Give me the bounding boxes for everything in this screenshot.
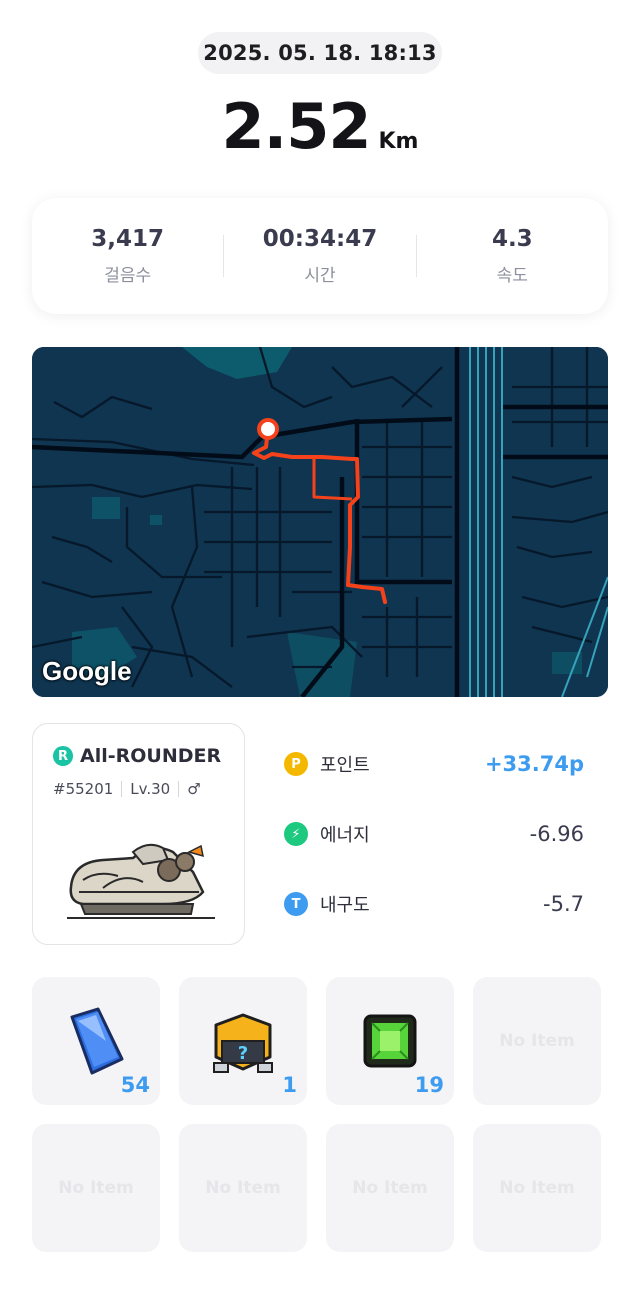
distance-value: 2.52 xyxy=(221,90,372,163)
reward-label: 에너지 xyxy=(320,825,370,846)
map-canvas xyxy=(32,347,608,697)
stat-label: 속도 xyxy=(496,266,528,286)
reward-value: +33.74p xyxy=(484,752,584,776)
stat-label: 걸음수 xyxy=(104,266,152,286)
svg-text:?: ? xyxy=(238,1043,248,1064)
route-map[interactable]: Google xyxy=(32,347,608,697)
item-count: 54 xyxy=(120,1073,150,1097)
sneaker-level: Lv.30 xyxy=(130,780,171,798)
reward-label: 내구도 xyxy=(320,895,370,916)
divider xyxy=(178,781,180,797)
item-slot-empty: No Item xyxy=(32,1124,160,1252)
stat-speed: 4.3 속도 xyxy=(417,226,608,286)
reward-label: 포인트 xyxy=(320,755,370,776)
sneaker-name: All-ROUNDER xyxy=(80,745,222,767)
workout-datetime: 2025. 05. 18. 18:13 xyxy=(198,32,442,74)
reward-durability: T 내구도 -5.7 xyxy=(284,884,584,924)
stat-label: 시간 xyxy=(304,266,336,286)
empty-label: No Item xyxy=(58,1178,134,1198)
item-slot[interactable]: ? 1 xyxy=(179,977,307,1105)
sneaker-image xyxy=(67,843,215,919)
empty-label: No Item xyxy=(499,1178,575,1198)
point-icon: P xyxy=(284,752,308,776)
distance-unit: Km xyxy=(378,129,419,154)
item-slot[interactable]: 19 xyxy=(326,977,454,1105)
reward-points: P 포인트 +33.74p xyxy=(284,744,584,784)
sneaker-card[interactable]: R All-ROUNDER #55201 Lv.30 ♂ xyxy=(32,723,245,945)
energy-icon: ⚡ xyxy=(284,822,308,846)
stat-value: 3,417 xyxy=(91,226,165,252)
sneaker-meta: #55201 Lv.30 ♂ xyxy=(53,780,201,798)
stat-value: 00:34:47 xyxy=(262,226,378,252)
stat-steps: 3,417 걸음수 xyxy=(32,226,223,286)
empty-label: No Item xyxy=(352,1178,428,1198)
blue-crystal-icon xyxy=(70,1007,124,1075)
item-count: 1 xyxy=(282,1073,297,1097)
item-count: 19 xyxy=(414,1073,444,1097)
item-slot-empty: No Item xyxy=(179,1124,307,1252)
empty-label: No Item xyxy=(205,1178,281,1198)
rarity-badge: R xyxy=(53,746,73,766)
item-slot-empty: No Item xyxy=(326,1124,454,1252)
divider xyxy=(121,781,123,797)
distance-display: 2.52 Km xyxy=(0,90,640,170)
reward-value: -6.96 xyxy=(529,822,584,846)
reward-value: -5.7 xyxy=(543,892,584,916)
sneaker-title: R All-ROUNDER xyxy=(53,745,221,767)
reward-energy: ⚡ 에너지 -6.96 xyxy=(284,814,584,854)
gender-icon: ♂ xyxy=(187,780,201,798)
map-attribution: Google xyxy=(42,656,132,686)
workout-stats-card: 3,417 걸음수 00:34:47 시간 4.3 속도 xyxy=(32,198,608,314)
item-slot-empty: No Item xyxy=(473,1124,601,1252)
item-slot[interactable]: 54 xyxy=(32,977,160,1105)
stat-time: 00:34:47 시간 xyxy=(224,226,415,286)
durability-icon: T xyxy=(284,892,308,916)
empty-label: No Item xyxy=(499,1031,575,1051)
stat-value: 4.3 xyxy=(491,226,533,252)
mystery-box-icon: ? xyxy=(213,1013,273,1073)
sneaker-id: #55201 xyxy=(53,780,114,798)
route-start-marker xyxy=(257,418,279,440)
item-slot-empty: No Item xyxy=(473,977,601,1105)
green-gem-icon xyxy=(363,1014,417,1068)
